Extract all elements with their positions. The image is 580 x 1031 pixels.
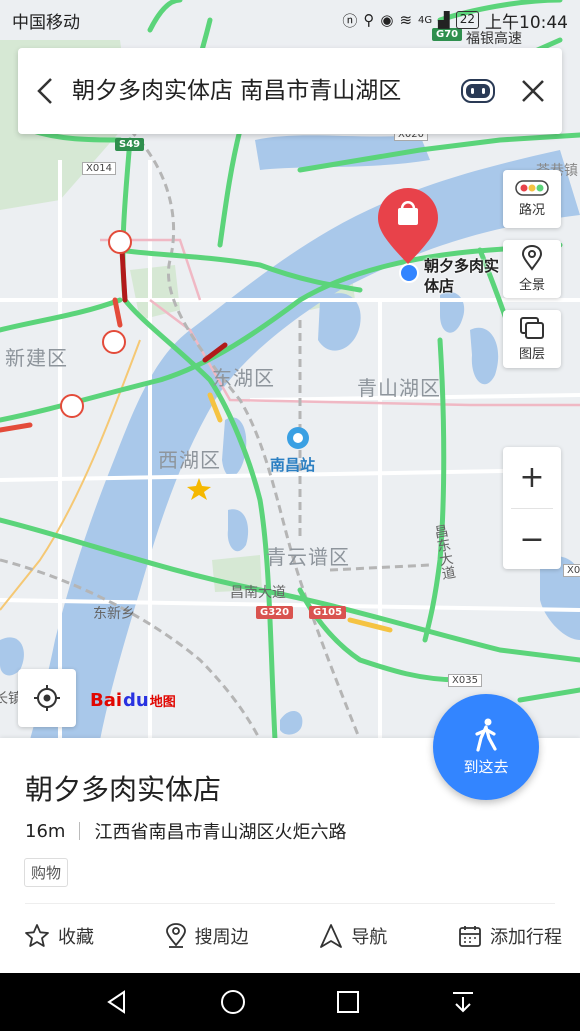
nfc-icon: ⓝ bbox=[342, 11, 358, 30]
traffic-label: 路况 bbox=[518, 203, 545, 218]
layers-button[interactable]: 图层 bbox=[503, 310, 561, 368]
search-nearby-label: 搜周边 bbox=[194, 927, 249, 948]
layers-label: 图层 bbox=[518, 347, 545, 362]
panorama-button[interactable]: 全景 bbox=[503, 240, 561, 298]
add-trip-label: 添加行程 bbox=[489, 927, 562, 948]
recents-square-icon[interactable] bbox=[335, 989, 361, 1015]
place-label-dongxin: 东新乡 bbox=[93, 606, 135, 622]
panorama-pin-icon bbox=[521, 245, 543, 271]
zoom-in-button[interactable]: + bbox=[503, 447, 561, 508]
voice-assistant-button[interactable] bbox=[452, 48, 504, 134]
locate-me-button[interactable] bbox=[18, 669, 76, 727]
baidu-map-logo: Bai du 地图 bbox=[90, 690, 176, 711]
network-type-label: 4G bbox=[418, 14, 433, 26]
district-label-qingyunpu: 青云谱区 bbox=[266, 545, 350, 569]
layers-icon bbox=[520, 317, 544, 339]
zoom-out-button[interactable]: − bbox=[503, 509, 561, 570]
poi-map-label[interactable]: 朝夕多肉实体店 bbox=[424, 256, 504, 296]
walking-person-icon bbox=[475, 718, 497, 752]
poi-address: 江西省南昌市青山湖区火炬六路 bbox=[94, 822, 347, 843]
status-icons: ⓝ ⚲ ◉ ≋ 4G ▟ 22 上午10:44 bbox=[342, 8, 568, 33]
road-tag-x04: X04 bbox=[563, 564, 580, 577]
pin-search-icon bbox=[165, 923, 186, 948]
go-there-button[interactable]: 到这去 bbox=[433, 694, 539, 800]
home-circle-icon[interactable] bbox=[219, 988, 247, 1016]
favorite-label: 收藏 bbox=[58, 927, 94, 948]
back-button[interactable] bbox=[18, 48, 72, 134]
district-label-xihu: 西湖区 bbox=[158, 448, 221, 472]
poi-info-row: 16m 江西省南昌市青山湖区火炬六路 bbox=[25, 818, 346, 844]
close-icon bbox=[522, 80, 544, 102]
traffic-toggle-button[interactable]: 路况 bbox=[503, 170, 561, 228]
carrier-label: 中国移动 bbox=[12, 12, 80, 33]
poi-distance: 16m bbox=[25, 820, 66, 842]
clock: 上午10:44 bbox=[485, 12, 568, 33]
poi-category-tag: 购物 bbox=[24, 858, 69, 887]
sheet-divider bbox=[25, 903, 555, 904]
search-bar: 朝夕多肉实体店 南昌市青山湖区 bbox=[18, 48, 562, 134]
baidu-paw-icon: du bbox=[123, 690, 149, 711]
robot-icon bbox=[461, 79, 495, 103]
highway-tag-s49: S49 bbox=[115, 138, 145, 151]
poi-name[interactable]: 朝夕多肉实体店 bbox=[25, 768, 221, 808]
station-label: 南昌站 bbox=[270, 456, 316, 474]
panorama-label: 全景 bbox=[518, 278, 545, 293]
navigate-label: 导航 bbox=[351, 927, 388, 948]
wifi-icon: ≋ bbox=[399, 11, 413, 29]
notification-pulldown-icon[interactable] bbox=[450, 989, 476, 1015]
district-label-qingshanhu: 青山湖区 bbox=[357, 376, 441, 400]
star-icon bbox=[25, 924, 49, 947]
highway-tag-g105: G105 bbox=[309, 606, 347, 619]
crosshair-icon bbox=[34, 685, 60, 711]
close-button[interactable] bbox=[504, 48, 562, 134]
eye-icon: ◉ bbox=[380, 11, 394, 29]
location-icon: ⚲ bbox=[363, 11, 375, 29]
calendar-icon bbox=[459, 926, 481, 947]
battery-indicator: 22 bbox=[455, 11, 479, 29]
navigate-button[interactable]: 导航 bbox=[319, 923, 387, 949]
zoom-control: + − bbox=[503, 447, 561, 569]
highway-tag-g320: G320 bbox=[256, 606, 294, 619]
road-tag-x035: X035 bbox=[448, 674, 482, 687]
road-tag-x014: X014 bbox=[82, 162, 116, 175]
favorite-button[interactable]: 收藏 bbox=[24, 923, 94, 949]
traffic-light-icon bbox=[515, 180, 549, 196]
search-query-field[interactable]: 朝夕多肉实体店 南昌市青山湖区 bbox=[72, 76, 452, 106]
status-bar: 中国移动 ⓝ ⚲ ◉ ≋ 4G ▟ 22 上午10:44 bbox=[0, 0, 580, 40]
search-nearby-button[interactable]: 搜周边 bbox=[165, 923, 249, 949]
signal-icon: ▟ bbox=[438, 11, 450, 29]
go-there-label: 到这去 bbox=[463, 757, 509, 776]
back-arrow-icon bbox=[37, 78, 52, 104]
back-triangle-icon[interactable] bbox=[104, 989, 130, 1015]
district-label-donghu: 东湖区 bbox=[212, 366, 275, 390]
navigation-arrow-icon bbox=[320, 924, 343, 948]
add-trip-button[interactable]: 添加行程 bbox=[458, 923, 562, 949]
info-separator bbox=[79, 822, 81, 840]
road-label-changnan: 昌南大道 bbox=[230, 585, 286, 601]
poi-actions: 收藏 搜周边 导航 添加行程 bbox=[0, 923, 580, 949]
system-navigation-bar bbox=[0, 973, 580, 1031]
district-label-xinjian: 新建区 bbox=[5, 346, 68, 370]
